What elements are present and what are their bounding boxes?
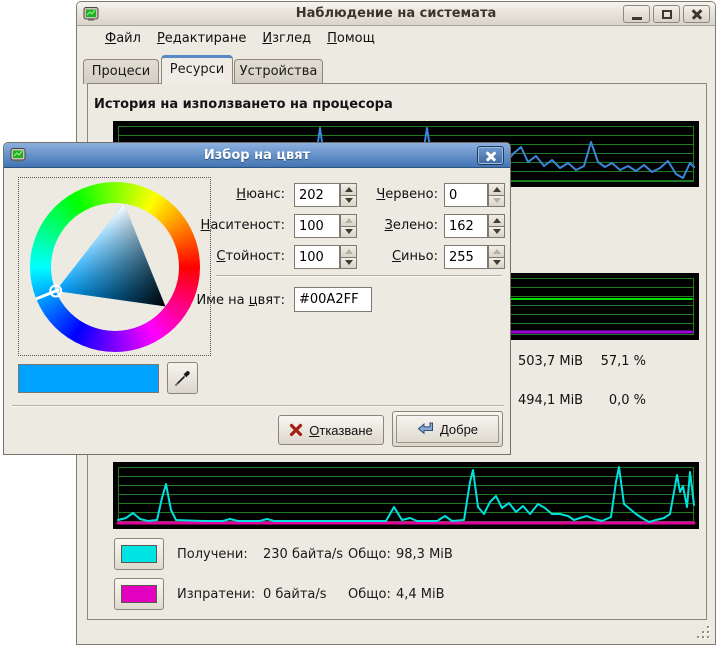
close-icon (691, 8, 703, 20)
received-rate: 230 байта/s (263, 538, 343, 571)
eyedropper-button[interactable] (167, 362, 198, 394)
dialog-close-icon (486, 151, 496, 161)
tab-processes[interactable]: Процеси (83, 59, 159, 84)
green-label: Зелено: (344, 214, 438, 238)
blue-input[interactable] (444, 245, 488, 269)
cancel-label: Отказване (309, 423, 373, 438)
enter-arrow-icon (417, 422, 434, 436)
menubar: Файл Редактиране Изглед Помощ (77, 26, 715, 51)
received-total: 98,3 MiB (396, 538, 453, 571)
swap-used-percent: 0,0 % (572, 393, 646, 408)
blue-up-button[interactable] (488, 245, 505, 258)
minimize-icon (632, 17, 642, 20)
red-spinner (488, 183, 505, 207)
value-label: Стойност: (144, 245, 285, 269)
color-preview (18, 364, 159, 393)
maximize-icon (662, 10, 672, 19)
eyedropper-icon (174, 369, 192, 387)
network-history-chart (113, 462, 699, 529)
network-received-row: Получени: 230 байта/s Общо: 98,3 MiB (77, 538, 715, 571)
green-up-button[interactable] (488, 214, 505, 227)
saturation-label: Наситеност: (144, 214, 285, 238)
fields-separator (216, 275, 502, 277)
minimize-button[interactable] (623, 5, 650, 23)
menu-view[interactable]: Изглед (262, 31, 311, 46)
sent-color-swatch (121, 585, 157, 603)
color-name-label: Име на цвят: (144, 288, 285, 313)
received-color-swatch (121, 545, 157, 563)
main-titlebar[interactable]: Наблюдение на системата (77, 2, 715, 26)
hue-label: Нюанс: (144, 183, 285, 207)
green-spinner (488, 214, 505, 238)
blue-down-button[interactable] (488, 258, 505, 270)
green-input[interactable] (444, 214, 488, 238)
maximize-button[interactable] (653, 5, 680, 23)
ok-button[interactable]: Добре (392, 411, 503, 447)
received-label: Получени: (177, 538, 248, 571)
sent-rate: 0 байта/s (263, 578, 327, 611)
red-label: Червено: (344, 183, 438, 207)
memory-used-percent: 57,1 % (572, 354, 646, 369)
ok-label: Добре (440, 422, 478, 437)
sent-label: Изпратени: (177, 578, 255, 611)
blue-label: Синьо: (344, 245, 438, 269)
blue-spinner (488, 245, 505, 269)
red-input[interactable] (444, 183, 488, 207)
close-button[interactable] (683, 5, 710, 23)
sent-total: 4,4 MiB (396, 578, 445, 611)
window-title: Наблюдение на системата (77, 6, 715, 21)
received-color-button[interactable] (114, 538, 164, 570)
menu-file[interactable]: Файл (105, 31, 141, 46)
sent-color-button[interactable] (114, 578, 164, 610)
hue-input[interactable] (294, 183, 340, 207)
cancel-x-icon (289, 423, 303, 437)
saturation-input[interactable] (294, 214, 340, 238)
button-separator (12, 405, 504, 407)
menu-edit[interactable]: Редактиране (157, 31, 246, 46)
received-total-label: Общо: (348, 538, 391, 571)
tab-devices[interactable]: Устройства (234, 59, 323, 84)
dialog-close-button[interactable] (477, 146, 504, 165)
red-up-button[interactable] (488, 183, 505, 196)
green-down-button[interactable] (488, 227, 505, 239)
resize-grip[interactable] (695, 626, 709, 640)
tab-resources[interactable]: Ресурси (161, 55, 233, 84)
color-picker-dialog: Избор на цвят Нюанс: (3, 142, 511, 455)
dialog-titlebar[interactable]: Избор на цвят (4, 143, 510, 168)
red-down-button[interactable] (488, 196, 505, 208)
cancel-button[interactable]: Отказване (278, 415, 384, 445)
menu-help[interactable]: Помощ (327, 31, 375, 46)
cpu-history-title: История на използването на процесора (94, 97, 393, 112)
sent-total-label: Общо: (348, 578, 391, 611)
network-sent-row: Изпратени: 0 байта/s Общо: 4,4 MiB (77, 578, 715, 611)
dialog-title: Избор на цвят (4, 143, 510, 168)
value-input[interactable] (294, 245, 340, 269)
color-name-input[interactable] (294, 287, 372, 312)
